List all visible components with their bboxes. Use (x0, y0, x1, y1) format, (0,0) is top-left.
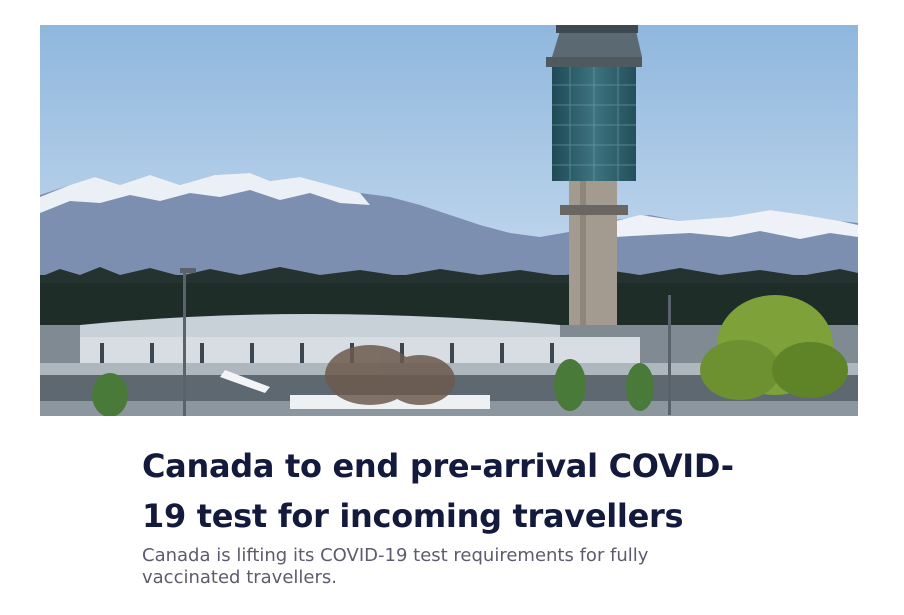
article-hero-image[interactable] (40, 25, 858, 416)
article-summary: Canada is lifting its COVID-19 test requ… (142, 545, 649, 588)
airport-photo (40, 25, 858, 416)
article-title[interactable]: Canada to end pre-arrival COVID-19 test … (142, 441, 752, 541)
